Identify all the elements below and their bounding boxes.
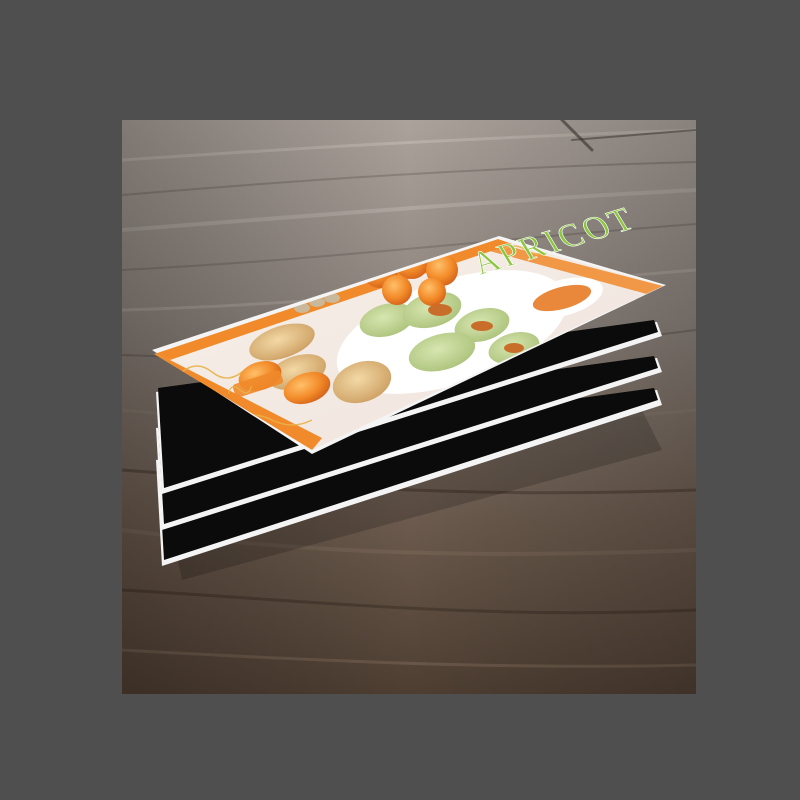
product-photo: APRICOT (122, 120, 696, 694)
image-frame: APRICOT (0, 0, 800, 800)
